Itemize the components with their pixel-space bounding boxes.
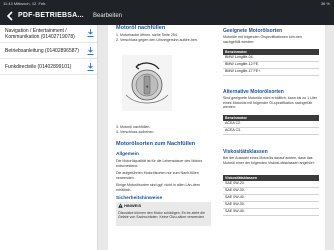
paragraph: Sind geeignete Motoröle nicht erhältlich… <box>223 96 318 110</box>
step-4: 4. Verschluss zudrehen. <box>116 130 155 134</box>
oil-cap-illustration: ▲ <box>122 55 172 111</box>
edit-button[interactable]: Bearbeiten <box>93 7 122 25</box>
list-item-label: Funkdirecteile (01402899101) <box>5 64 72 70</box>
list-item-label: Betriebsanleitung (01402896587) <box>5 48 79 54</box>
list-item[interactable]: Navigation / Entertainment / Kommunikati… <box>0 25 97 43</box>
status-time: 11:43 Mittwoch, 12. Feb. <box>3 1 47 6</box>
paragraph: Die Motorölqualität ist für die Lebensda… <box>116 159 203 168</box>
paragraph: Einige Motorölsorten sind ggf. nicht in … <box>116 183 200 192</box>
status-bar: 11:43 Mittwoch, 12. Feb. 36 % <box>0 0 334 7</box>
section-heading: Motorölsorten zum Nachfüllen <box>116 141 196 147</box>
document-title: PDF-BETRIEBSA... <box>18 12 84 19</box>
viscosity-table: Viskositätsklassen SAE 0W-20. SAE 0W-30.… <box>223 175 319 216</box>
document-page[interactable]: Motoröl nachfüllen 1. Motorhaube öffnen,… <box>108 25 325 250</box>
download-icon[interactable] <box>87 63 94 71</box>
app-toolbar: PDF-BETRIEBSA... Bearbeiten <box>0 7 334 25</box>
table-row: SAE 5W-30. <box>223 202 319 209</box>
table-row: SAE 0W-40. <box>223 195 319 202</box>
table-row: SAE 0W-20. <box>223 181 319 188</box>
list-item-label: Navigation / Entertainment / Kommunikati… <box>5 28 75 40</box>
table-row: BMW Longlife-12 FE. <box>223 62 319 69</box>
table-row: SAE 5W-40. <box>223 209 319 216</box>
subheading: Sicherheitshinweise <box>116 196 163 201</box>
paragraph: Bei der Auswahl eines Motoröls darauf ac… <box>223 156 315 165</box>
section-title: Motoröl nachfüllen <box>116 25 166 31</box>
step-2: 2. Verschluss gegen den Uhrzeigersinn au… <box>116 38 198 42</box>
step-3: 3. Motoröl nachfüllen. <box>116 125 151 129</box>
paragraph: Motoröle mit folgenden Ölspezifikationen… <box>223 35 302 44</box>
download-icon[interactable] <box>87 47 94 55</box>
battery-level: 36 % <box>320 1 330 6</box>
paragraph: Die aufgeführten Motorölsorten nur zum N… <box>116 171 199 180</box>
section-heading: Viskositätsklassen <box>223 149 268 155</box>
subheading: Allgemein <box>116 152 139 157</box>
table-row: SAE 0W-30. <box>223 188 319 195</box>
document-list-panel: Navigation / Entertainment / Kommunikati… <box>0 25 98 250</box>
notice-box: HINWEIS Ölzusätze können den Motor schäd… <box>116 202 211 226</box>
download-icon[interactable] <box>87 29 94 37</box>
section-heading: Geeignete Motorölsorten <box>223 28 283 34</box>
section-heading: Alternative Motorölsorten <box>223 89 284 95</box>
alt-oil-table: Benzinmotor ACEA C2. ACEA C3. <box>223 115 319 135</box>
table-row: ACEA C3. <box>223 128 319 135</box>
table-row: BMW Longlife-17 FE+. <box>223 69 319 76</box>
table-row: BMW Longlife-04. <box>223 55 319 62</box>
list-item[interactable]: Betriebsanleitung (01402896587) <box>0 43 97 59</box>
notice-text: Ölzusätze können den Motor schädigen. Es… <box>118 211 206 220</box>
back-arrow-icon[interactable] <box>3 9 17 23</box>
step-1: 1. Motorhaube öffnen, siehe Seite 254. <box>116 33 178 37</box>
notice-title: HINWEIS <box>124 203 142 208</box>
table-row: ACEA C2. <box>223 121 319 128</box>
oil-spec-table: Benzinmotor BMW Longlife-04. BMW Longlif… <box>223 49 319 76</box>
warning-icon <box>118 203 123 208</box>
list-item[interactable]: Funkdirecteile (01402899101) <box>0 59 97 75</box>
